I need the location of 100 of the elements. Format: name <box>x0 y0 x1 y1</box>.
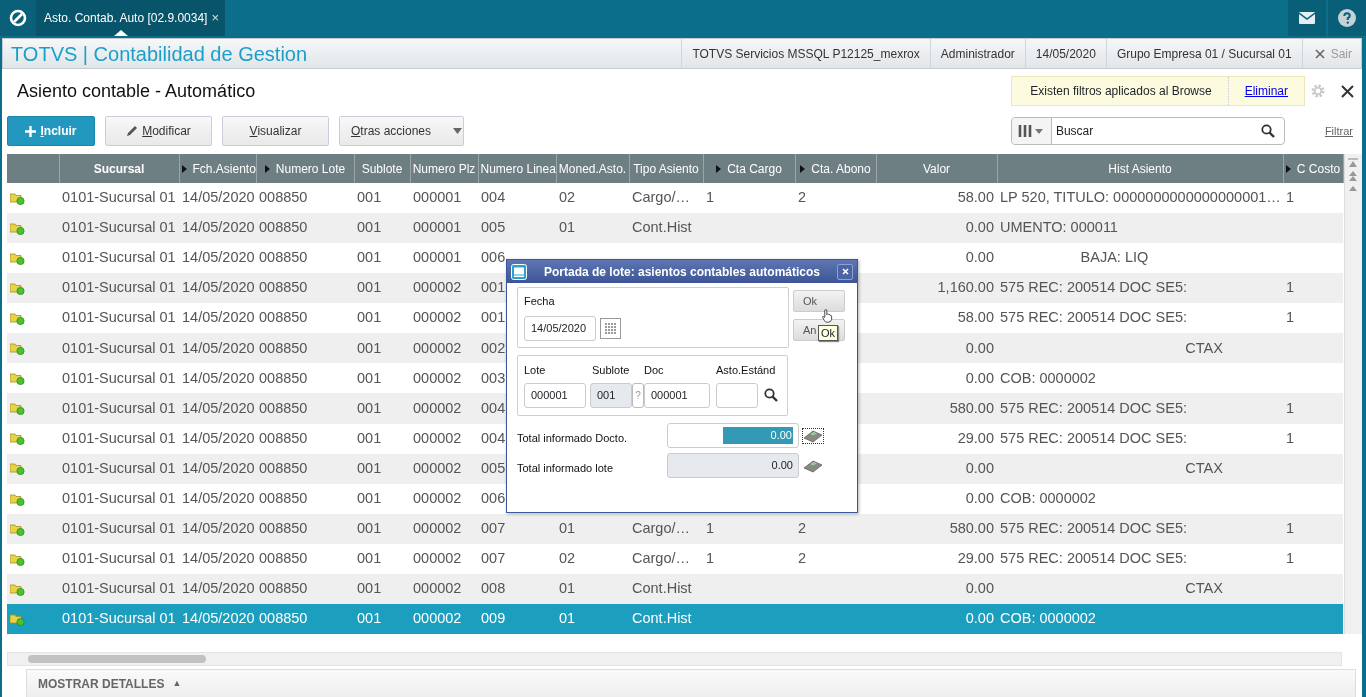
remove-filter-link[interactable]: Eliminar <box>1228 82 1304 100</box>
table-cell: 575 REC: 200514 DOC SE5: <box>1000 549 1187 566</box>
table-cell: 1 <box>1286 519 1295 536</box>
window-icon <box>511 263 527 280</box>
column-chooser-button[interactable] <box>1011 118 1052 144</box>
app-tab[interactable]: Asto. Contab. Auto [02.9.0034] <box>44 9 208 27</box>
expand-marker-icon[interactable] <box>181 165 187 174</box>
table-cell: 000001 <box>413 249 462 266</box>
table-cell: 008850 <box>259 459 308 476</box>
column-header[interactable]: Numero Plz <box>410 154 478 184</box>
expand-arrow: ▲ <box>172 676 182 690</box>
search-bar[interactable]: Buscar <box>1010 117 1285 145</box>
table-cell: 2 <box>798 519 807 536</box>
help-icon[interactable] <box>1338 9 1356 27</box>
table-cell: 001 <box>357 369 382 386</box>
table-cell: 006 <box>481 489 506 506</box>
table-cell: 000002 <box>413 459 462 476</box>
table-cell: 0101-Sucursal 01 <box>62 339 176 356</box>
table-cell: 004 <box>481 429 506 446</box>
calendar-icon[interactable] <box>600 317 621 339</box>
filter-link[interactable]: Filtrar <box>1324 122 1353 140</box>
horizontal-scrollbar[interactable] <box>7 652 1342 666</box>
table-cell: 575 REC: 200514 DOC SE5: <box>1000 429 1187 446</box>
table-cell: 02 <box>559 549 576 566</box>
table-cell: 000002 <box>413 519 462 536</box>
table-cell: 14/05/2020 <box>182 249 255 266</box>
close-icon[interactable] <box>1341 84 1354 98</box>
scroll-top-icon[interactable] <box>1348 158 1359 168</box>
table-cell: 004 <box>481 189 506 206</box>
table-cell: 001 <box>357 189 382 206</box>
table-cell: 29.00 <box>957 429 994 446</box>
table-cell: 000002 <box>413 399 462 416</box>
input-field[interactable]: 000001 <box>524 382 586 408</box>
logo-icon[interactable] <box>9 9 27 27</box>
details-toggle[interactable]: MOSTRAR DETALLES ▲ <box>26 669 1356 697</box>
tab-close-button[interactable]: × <box>211 8 220 28</box>
exit-button[interactable]: Sair <box>1301 38 1361 69</box>
hand-cursor-icon <box>822 309 833 323</box>
ok-button[interactable]: Ok <box>793 290 845 312</box>
table-cell: 01 <box>559 519 576 536</box>
table-cell: 14/05/2020 <box>182 279 255 296</box>
scroll-up-icon[interactable] <box>1348 184 1359 192</box>
column-header[interactable]: Valor <box>876 154 997 184</box>
table-cell: Cont.Hist <box>632 580 692 596</box>
column-header[interactable]: C Costo <box>1283 154 1343 184</box>
more-actions-button[interactable]: Otras acciones <box>339 116 464 146</box>
table-cell: 0101-Sucursal 01 <box>62 549 176 566</box>
table-cell: 0.00 <box>965 580 994 596</box>
table-cell: 14/05/2020 <box>182 489 255 506</box>
column-header <box>7 154 59 184</box>
table-cell: 0101-Sucursal 01 <box>62 399 176 416</box>
table-cell: 000002 <box>413 549 462 566</box>
table-cell: Cargo/… <box>632 519 691 536</box>
search-icon[interactable] <box>1260 124 1275 138</box>
table-cell: 575 REC: 200514 DOC SE5: <box>1000 519 1187 536</box>
total-field[interactable]: 0.00 <box>667 423 799 448</box>
scroll-page-up-icon[interactable] <box>1348 170 1359 182</box>
table-cell: 001 <box>481 309 506 326</box>
column-header[interactable]: Cta Cargo <box>703 154 795 184</box>
table-cell-text: BAJA: LIQ <box>1079 249 1149 266</box>
table-cell: 0101-Sucursal 01 <box>62 309 176 326</box>
table-cell: UMENTO: 000011 <box>1000 219 1118 236</box>
table-cell: 001 <box>357 489 382 506</box>
column-header[interactable]: Hist Asiento <box>997 154 1283 184</box>
edit-button[interactable]: Modificar <box>105 116 212 146</box>
expand-marker-icon[interactable] <box>716 165 722 174</box>
header-info: TOTVS Servicios MSSQL P12125_mexrox <box>681 38 930 69</box>
column-header[interactable]: Sublote <box>354 154 410 184</box>
view-button[interactable]: Visualizar <box>222 116 329 146</box>
vertical-scrollbar[interactable] <box>1343 154 1362 634</box>
mail-icon[interactable] <box>1299 12 1315 24</box>
table-cell: 000002 <box>413 429 462 446</box>
close-button[interactable] <box>837 263 853 280</box>
date-field[interactable]: 14/05/2020 <box>524 315 596 341</box>
app-title: TOTVS | Contabilidad de Gestion <box>10 41 309 67</box>
table-cell: 001 <box>357 429 382 446</box>
input-field[interactable]: 000001 <box>644 382 710 408</box>
table-cell: 001 <box>357 399 382 416</box>
table-cell: 14/05/2020 <box>182 369 255 386</box>
expand-marker-icon[interactable] <box>800 165 806 174</box>
column-header[interactable]: Tipo Asiento <box>629 154 703 184</box>
table-cell: 005 <box>481 219 506 236</box>
expand-marker-icon[interactable] <box>264 165 270 174</box>
column-header[interactable]: Numero Linea <box>478 154 556 184</box>
column-header[interactable]: Cta. Abono <box>795 154 876 184</box>
column-header[interactable]: Sucursal <box>59 154 179 184</box>
input-field[interactable] <box>716 382 758 408</box>
column-header[interactable]: Moned.Asto. <box>556 154 629 184</box>
add-button[interactable]: Incluir <box>7 116 95 146</box>
search-icon[interactable] <box>764 388 778 402</box>
table-cell: 0.00 <box>965 459 994 476</box>
table-cell: 14/05/2020 <box>182 429 255 446</box>
table-cell: Cargo/… <box>632 549 691 566</box>
table-cell: 1 <box>1286 189 1295 206</box>
expand-marker-icon[interactable] <box>1285 165 1291 174</box>
calculator-icon[interactable] <box>803 428 823 443</box>
header-info: Grupo Empresa 01 / Sucursal 01 <box>1105 38 1302 69</box>
table-cell: 575 REC: 200514 DOC SE5: <box>1000 399 1187 416</box>
column-header[interactable]: Numero Lote <box>256 154 354 184</box>
column-header[interactable]: Fch.Asiento <box>179 154 256 184</box>
